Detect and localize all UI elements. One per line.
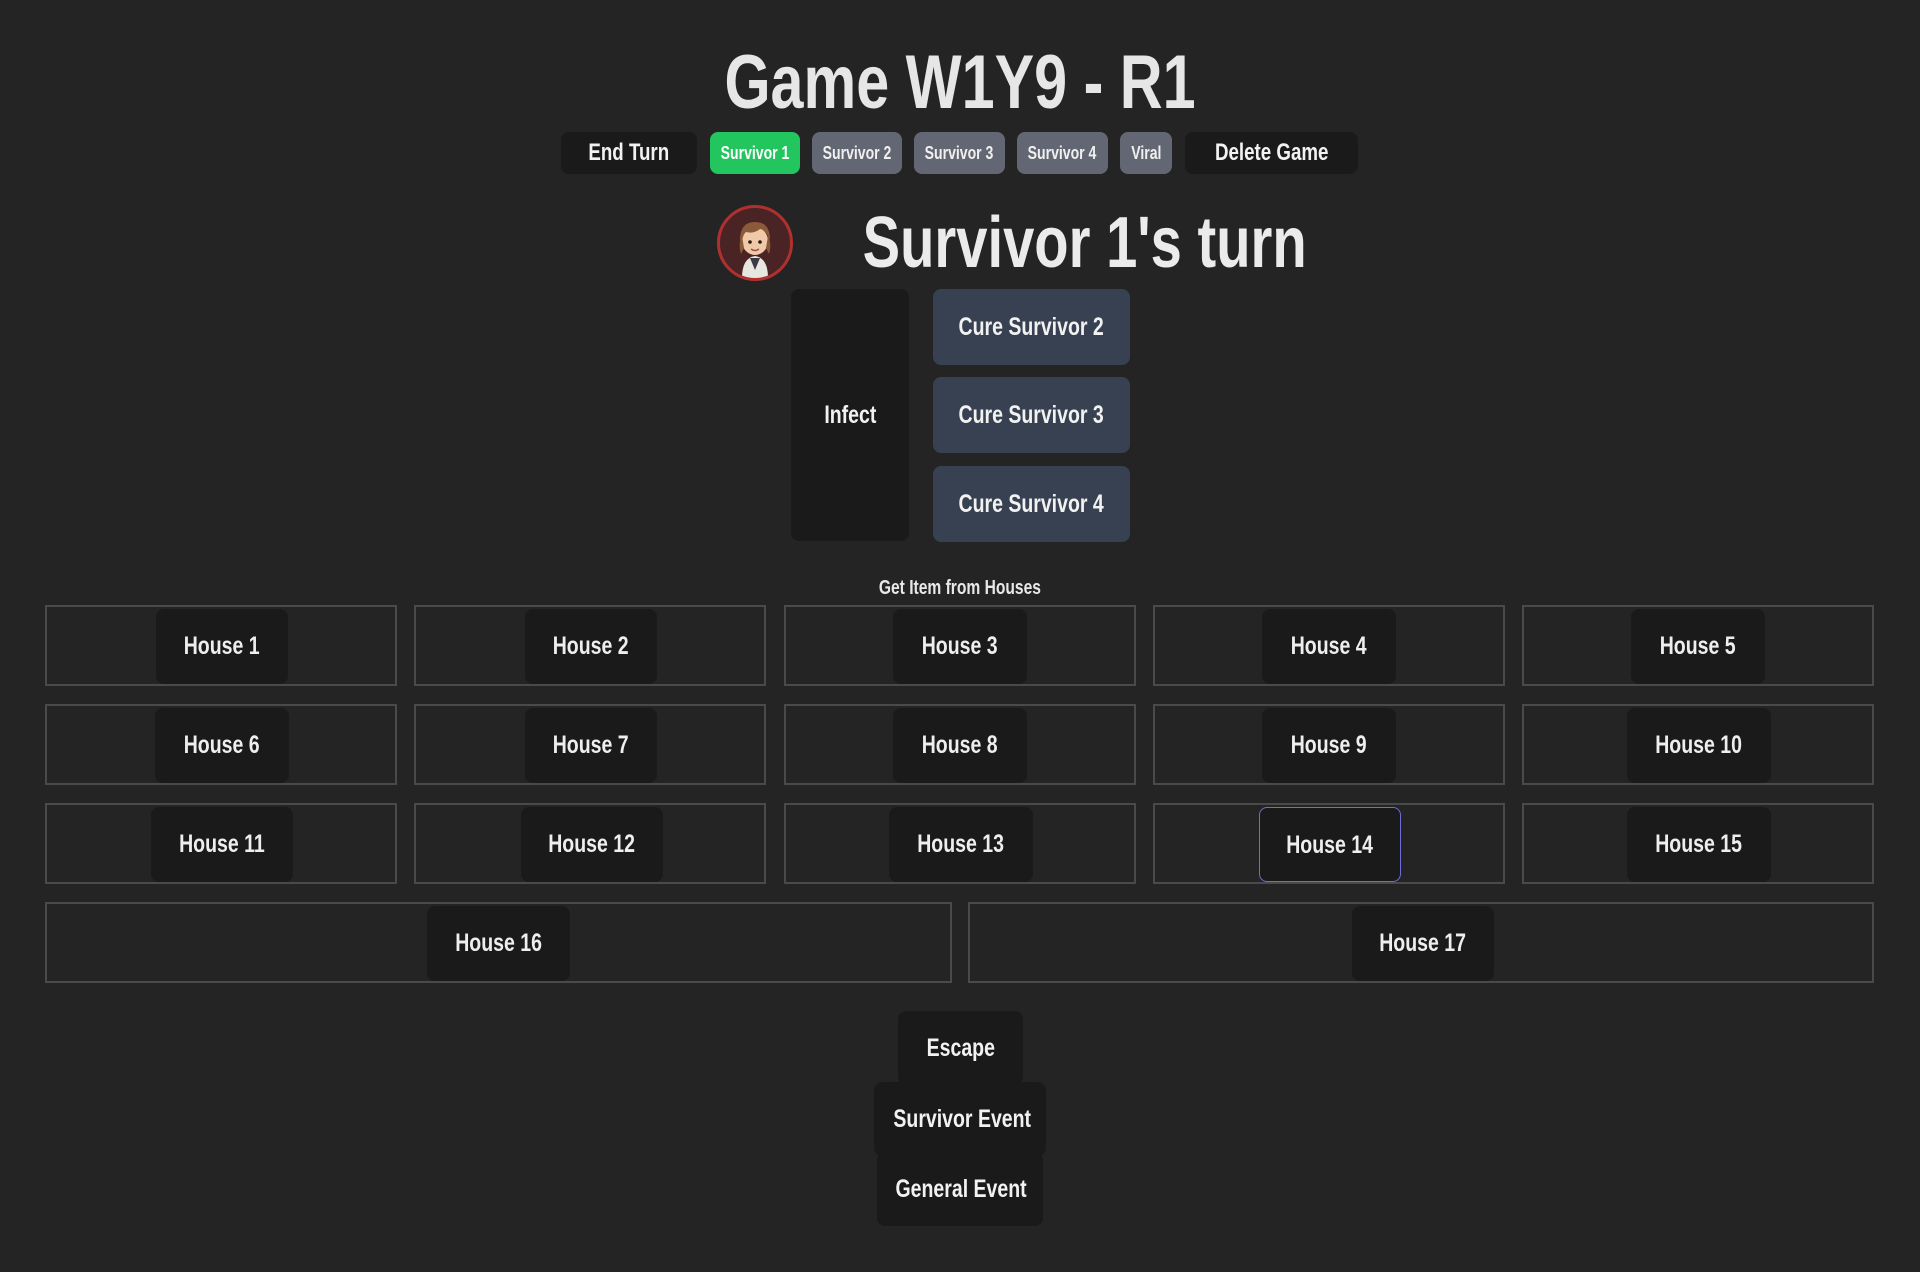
house-cell: House 12 — [414, 803, 766, 884]
house-cell: House 7 — [414, 704, 766, 785]
cure-survivor-4-button[interactable]: Cure Survivor 4 — [933, 466, 1130, 542]
survivor-avatar-icon — [717, 205, 793, 281]
house-6-button[interactable]: House 6 — [155, 708, 289, 783]
house-cell: House 9 — [1153, 704, 1505, 785]
house-3-button[interactable]: House 3 — [893, 609, 1027, 684]
game-title: Game W1Y9 - R1 — [724, 40, 1196, 125]
tab-survivor-3[interactable]: Survivor 3 — [914, 132, 1005, 174]
houses-section-label: Get Item from Houses — [878, 577, 1042, 599]
turn-header: Survivor 1's turn — [0, 200, 1920, 286]
house-11-button[interactable]: House 11 — [151, 807, 293, 882]
house-8-button[interactable]: House 8 — [893, 708, 1027, 783]
house-cell: House 14 — [1153, 803, 1505, 884]
house-cell: House 1 — [45, 605, 397, 686]
house-cell: House 3 — [784, 605, 1136, 686]
house-cell: House 13 — [784, 803, 1136, 884]
escape-button[interactable]: Escape — [898, 1011, 1023, 1085]
tab-survivor-2[interactable]: Survivor 2 — [812, 132, 902, 174]
house-9-button[interactable]: House 9 — [1262, 708, 1396, 783]
turn-title: Survivor 1's turn — [862, 203, 1307, 283]
house-cell: House 10 — [1522, 704, 1874, 785]
house-cell: House 4 — [1153, 605, 1505, 686]
house-16-button[interactable]: House 16 — [427, 906, 570, 981]
cure-survivor-3-button[interactable]: Cure Survivor 3 — [933, 377, 1130, 453]
house-14-button[interactable]: House 14 — [1259, 807, 1401, 882]
house-15-button[interactable]: House 15 — [1627, 807, 1771, 882]
house-10-button[interactable]: House 10 — [1627, 708, 1771, 783]
house-13-button[interactable]: House 13 — [889, 807, 1033, 882]
infect-button[interactable]: Infect — [791, 289, 909, 541]
top-bar: End Turn Survivor 1 Survivor 2 Survivor … — [0, 132, 1920, 174]
game-page: Game W1Y9 - R1 End Turn Survivor 1 Survi… — [0, 0, 1920, 1272]
house-cell: House 6 — [45, 704, 397, 785]
house-cell: House 5 — [1522, 605, 1874, 686]
house-cell: House 17 — [968, 902, 1874, 983]
house-cell: House 8 — [784, 704, 1136, 785]
house-cell: House 11 — [45, 803, 397, 884]
tab-viral[interactable]: Viral — [1120, 132, 1172, 174]
house-cell: House 2 — [414, 605, 766, 686]
cure-survivor-2-button[interactable]: Cure Survivor 2 — [933, 289, 1130, 365]
house-cell: House 15 — [1522, 803, 1874, 884]
house-12-button[interactable]: House 12 — [521, 807, 663, 882]
end-turn-button[interactable]: End Turn — [561, 132, 697, 174]
delete-game-button[interactable]: Delete Game — [1185, 132, 1358, 174]
house-17-button[interactable]: House 17 — [1352, 906, 1494, 981]
house-4-button[interactable]: House 4 — [1262, 609, 1396, 684]
house-cell: House 16 — [45, 902, 952, 983]
house-5-button[interactable]: House 5 — [1631, 609, 1765, 684]
house-2-button[interactable]: House 2 — [525, 609, 657, 684]
house-7-button[interactable]: House 7 — [525, 708, 657, 783]
house-1-button[interactable]: House 1 — [156, 609, 288, 684]
survivor-event-button[interactable]: Survivor Event — [874, 1082, 1046, 1156]
tab-survivor-1[interactable]: Survivor 1 — [710, 132, 800, 174]
tab-survivor-4[interactable]: Survivor 4 — [1017, 132, 1108, 174]
general-event-button[interactable]: General Event — [877, 1152, 1043, 1226]
